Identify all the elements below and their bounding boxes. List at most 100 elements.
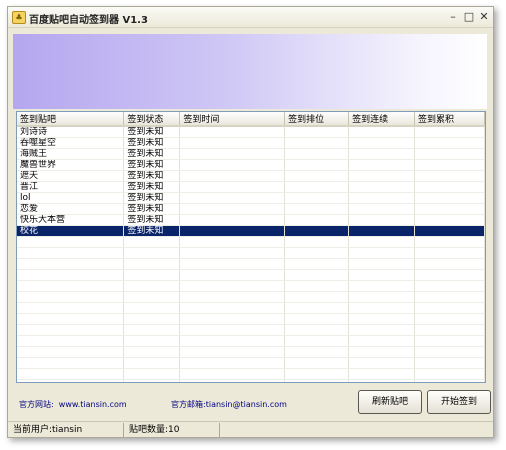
- close-icon[interactable]: ✕: [477, 10, 491, 23]
- table-row[interactable]: 晋江 签到未知: [17, 181, 485, 193]
- table-cell: [348, 126, 416, 138]
- table-cell: [17, 258, 125, 270]
- table-cell: [414, 324, 485, 336]
- table-cell: [123, 269, 181, 281]
- table-cell: [179, 280, 286, 292]
- table-cell: [284, 214, 350, 226]
- table-cell: [414, 247, 485, 259]
- table-cell: [17, 247, 125, 259]
- table-cell: [179, 181, 286, 193]
- table-row[interactable]: 遮天 签到未知: [17, 170, 485, 182]
- table-cell: [284, 247, 350, 259]
- table-cell: [179, 148, 286, 160]
- table-cell: [123, 379, 181, 382]
- empty-row: [17, 280, 485, 292]
- table-row[interactable]: lol 签到未知: [17, 192, 485, 204]
- table-cell: [284, 225, 350, 237]
- email-link[interactable]: 官方邮箱:tiansin@tiansin.com: [171, 399, 287, 410]
- table-cell: [17, 269, 125, 281]
- table-row[interactable]: 海贼王 签到未知: [17, 148, 485, 160]
- app-icon: ♣: [12, 11, 26, 24]
- empty-row: [17, 368, 485, 380]
- table-cell: [123, 302, 181, 314]
- table-cell: [284, 368, 350, 380]
- table-cell: [414, 258, 485, 270]
- website-link[interactable]: 官方网站: www.tiansin.com: [19, 399, 127, 410]
- table-cell: [414, 346, 485, 358]
- table-cell: [348, 159, 416, 171]
- table-cell: 遮天: [17, 170, 125, 182]
- start-signin-button[interactable]: 开始签到: [427, 390, 491, 414]
- bar-list[interactable]: 签到贴吧 签到状态 签到时间 签到排位 签到连续 签到累积 刘诗诗 签到未知 吞噬星空 签到未知…: [16, 111, 486, 383]
- table-cell: [284, 269, 350, 281]
- refresh-bars-button[interactable]: 刷新贴吧: [358, 390, 422, 414]
- column-header[interactable]: 签到连续: [348, 112, 416, 127]
- empty-row: [17, 291, 485, 303]
- app-window: ♣ 百度贴吧自动签到器 V1.3 – □ ✕ 签到贴吧 签到状态 签到时间 签到排位签…: [7, 6, 494, 438]
- table-cell: [284, 335, 350, 347]
- table-cell: [179, 159, 286, 171]
- table-cell: [123, 291, 181, 303]
- minimize-icon[interactable]: –: [446, 10, 460, 23]
- table-cell: [123, 346, 181, 358]
- table-cell: [179, 302, 286, 314]
- table-cell: [414, 236, 485, 248]
- table-cell: [284, 280, 350, 292]
- column-header[interactable]: 签到时间: [179, 112, 286, 127]
- table-cell: [17, 313, 125, 325]
- website-label: 官方网站:: [19, 400, 54, 409]
- table-cell: [348, 324, 416, 336]
- table-cell: [284, 357, 350, 369]
- table-cell: [179, 192, 286, 204]
- table-row[interactable]: 刘诗诗 签到未知: [17, 126, 485, 138]
- email-address[interactable]: tiansin@tiansin.com: [206, 400, 287, 409]
- table-cell: lol: [17, 192, 125, 204]
- table-cell: 签到未知: [123, 126, 181, 138]
- table-cell: [179, 346, 286, 358]
- table-row[interactable]: 恋爱 签到未知: [17, 203, 485, 215]
- table-cell: [348, 368, 416, 380]
- table-cell: [284, 192, 350, 204]
- empty-row: [17, 379, 485, 382]
- table-cell: [284, 148, 350, 160]
- table-cell: 签到未知: [123, 203, 181, 215]
- table-cell: [123, 236, 181, 248]
- table-cell: 刘诗诗: [17, 126, 125, 138]
- table-cell: [348, 335, 416, 347]
- table-row[interactable]: 快乐大本营 签到未知: [17, 214, 485, 226]
- title-bar[interactable]: ♣ 百度贴吧自动签到器 V1.3 – □ ✕: [8, 7, 493, 28]
- table-cell: [179, 368, 286, 380]
- table-cell: [348, 247, 416, 259]
- table-cell: [414, 302, 485, 314]
- maximize-icon[interactable]: □: [462, 10, 476, 23]
- status-bar: 当前用户:tiansin 贴吧数量:10: [8, 421, 493, 437]
- window-title: 百度贴吧自动签到器 V1.3: [29, 15, 148, 26]
- table-cell: [179, 269, 286, 281]
- table-cell: [179, 126, 286, 138]
- table-cell: [348, 379, 416, 382]
- empty-row: [17, 269, 485, 281]
- column-header[interactable]: 签到排位: [284, 112, 350, 127]
- table-cell: [17, 379, 125, 382]
- table-cell: [284, 313, 350, 325]
- website-url[interactable]: www.tiansin.com: [59, 400, 127, 409]
- table-cell: [414, 203, 485, 215]
- table-cell: [414, 192, 485, 204]
- table-cell: [348, 170, 416, 182]
- column-header[interactable]: 签到状态: [123, 112, 181, 127]
- table-cell: [414, 280, 485, 292]
- table-cell: [17, 291, 125, 303]
- table-cell: [17, 368, 125, 380]
- table-cell: [348, 313, 416, 325]
- table-cell: 晋江: [17, 181, 125, 193]
- table-cell: [348, 258, 416, 270]
- table-row[interactable]: 校花 签到未知: [17, 225, 485, 237]
- table-cell: [348, 280, 416, 292]
- empty-row: [17, 258, 485, 270]
- table-cell: [17, 346, 125, 358]
- table-row[interactable]: 吞噬星空 签到未知: [17, 137, 485, 149]
- column-header[interactable]: 签到累积: [414, 112, 485, 127]
- table-cell: [348, 269, 416, 281]
- table-row[interactable]: 魔兽世界 签到未知: [17, 159, 485, 171]
- column-header[interactable]: 签到贴吧: [17, 112, 125, 127]
